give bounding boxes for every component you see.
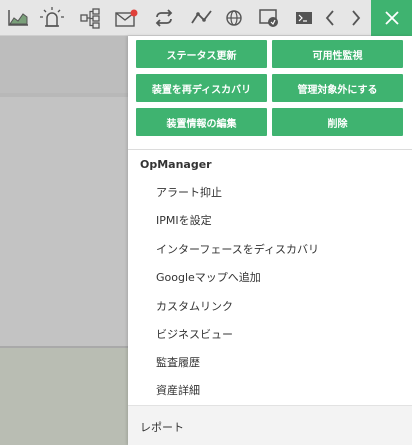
alarm-icon[interactable]	[36, 3, 68, 33]
line-chart-icon[interactable]	[186, 3, 218, 33]
graph-icon[interactable]	[2, 3, 34, 33]
availability-monitor-button[interactable]: 可用性監視	[272, 40, 403, 68]
menu-item-configure-ipmi[interactable]: IPMIを設定	[128, 207, 412, 233]
mail-icon[interactable]	[111, 3, 143, 33]
background-divider	[0, 93, 128, 97]
opmanager-section-title: OpManager	[140, 158, 212, 171]
menu-item-add-to-google-maps[interactable]: Googleマップへ追加	[128, 264, 412, 290]
section-divider	[128, 149, 412, 150]
rediscover-device-button[interactable]: 装置を再ディスカバリ	[136, 74, 267, 102]
actions-dropdown: ステータス更新 可用性監視 装置を再ディスカバリ 管理対象外にする 装置情報の編…	[128, 36, 412, 445]
menu-item-audit-history[interactable]: 監査履歴	[128, 349, 412, 375]
device-toolbar	[0, 0, 412, 36]
repeat-icon[interactable]	[148, 3, 180, 33]
background-lower-area	[0, 348, 128, 445]
menu-item-discover-interfaces[interactable]: インターフェースをディスカバリ	[128, 236, 412, 262]
report-section[interactable]: レポート	[128, 405, 412, 445]
menu-item-custom-links[interactable]: カスタムリンク	[128, 293, 412, 319]
screen: ステータス更新 可用性監視 装置を再ディスカバリ 管理対象外にする 装置情報の編…	[0, 0, 412, 445]
menu-item-business-view[interactable]: ビジネスビュー	[128, 321, 412, 347]
menu-item-suppress-alarm[interactable]: アラート抑止	[128, 179, 412, 205]
close-icon	[384, 11, 399, 25]
background-header	[0, 36, 128, 94]
topology-icon[interactable]	[74, 3, 106, 33]
menu-item-asset-details[interactable]: 資産詳細	[128, 377, 412, 403]
remote-icon[interactable]	[252, 3, 284, 33]
chevron-left-icon[interactable]	[318, 3, 342, 33]
delete-button[interactable]: 削除	[272, 108, 403, 136]
chevron-right-icon[interactable]	[344, 3, 368, 33]
report-section-title: レポート	[140, 421, 184, 434]
globe-icon[interactable]	[218, 3, 250, 33]
edit-device-info-button[interactable]: 装置情報の編集	[136, 108, 267, 136]
unmanage-button[interactable]: 管理対象外にする	[272, 74, 403, 102]
status-update-button[interactable]: ステータス更新	[136, 40, 267, 68]
background-page	[0, 36, 128, 445]
close-button[interactable]	[371, 0, 412, 36]
terminal-icon[interactable]	[288, 3, 320, 33]
